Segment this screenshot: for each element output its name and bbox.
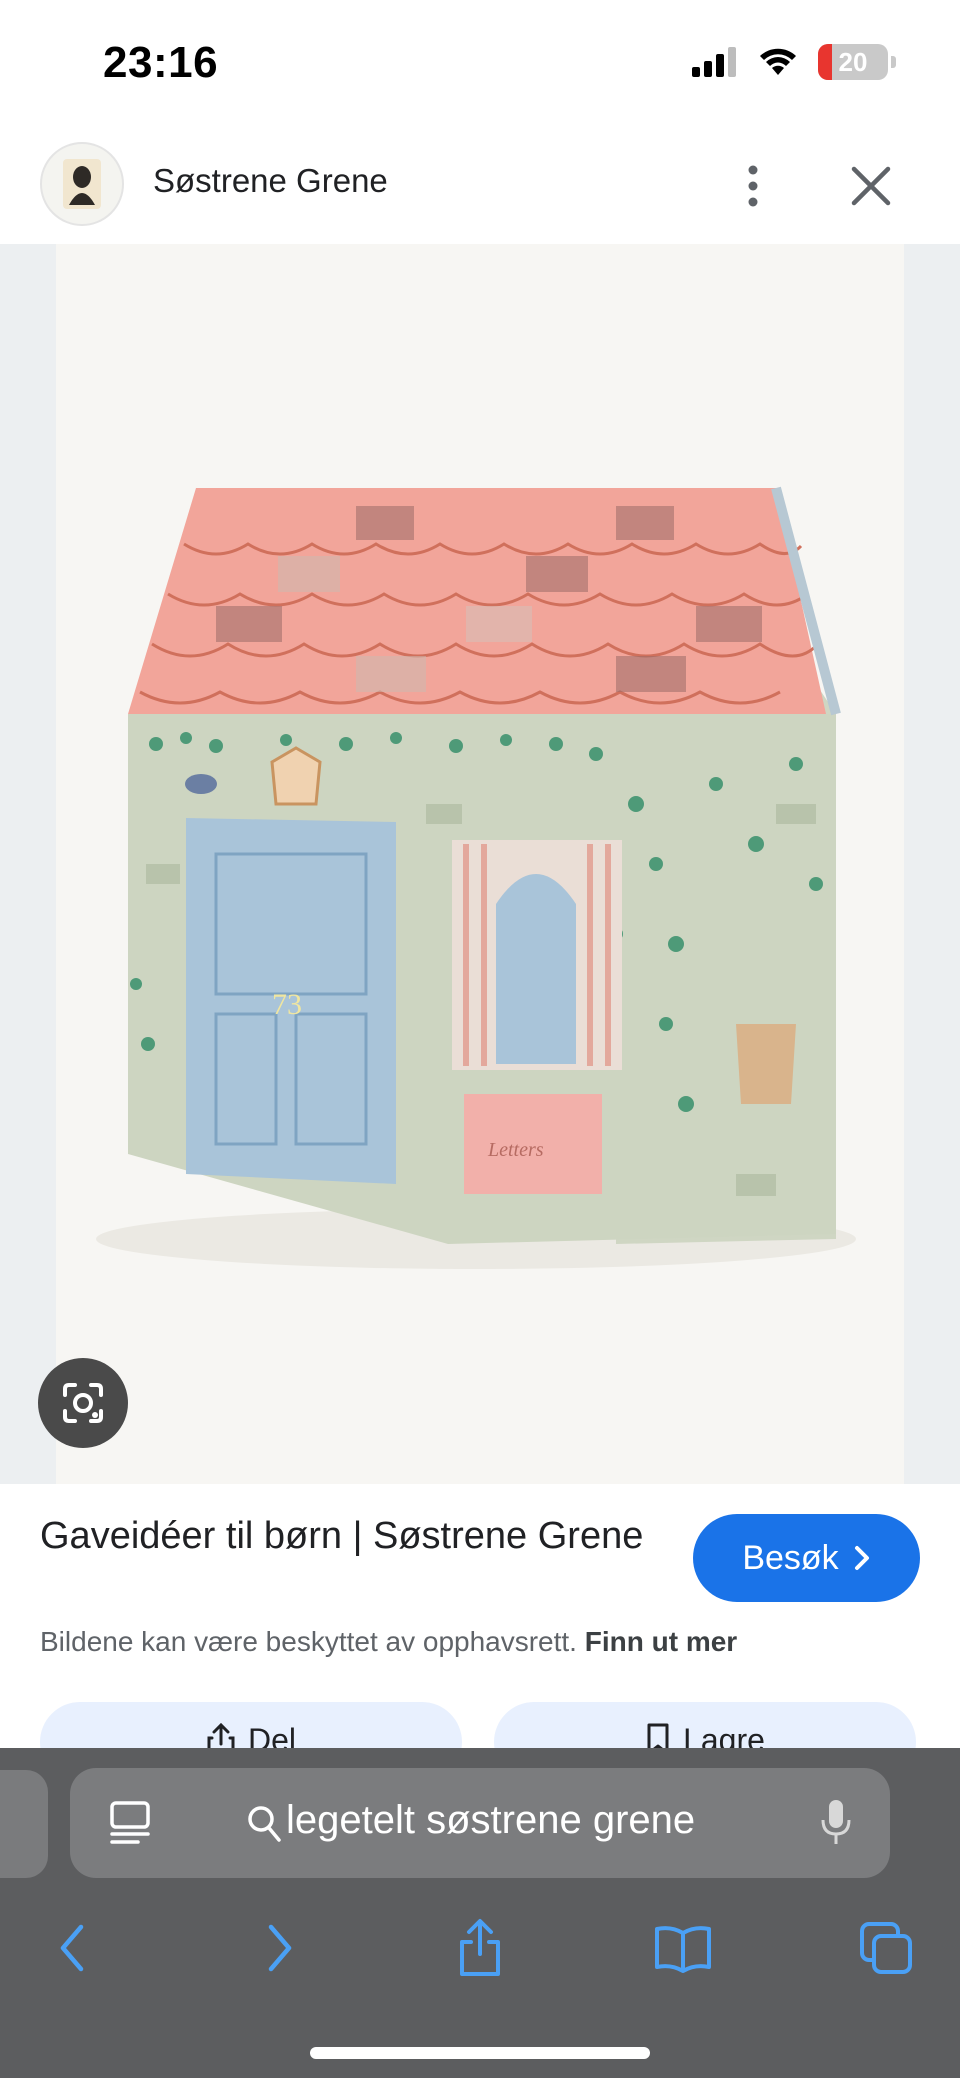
back-button[interactable] [32, 1908, 112, 1988]
image-area: 73 Letters [0, 244, 960, 1484]
svg-text:Letters: Letters [487, 1139, 544, 1161]
share-icon [460, 1919, 500, 1976]
status-icons: 20 [692, 44, 896, 80]
cellular-signal-icon [692, 47, 736, 77]
battery-cap [891, 56, 896, 68]
page-settings-icon[interactable] [108, 1800, 152, 1846]
bookmarks-button[interactable] [643, 1908, 723, 1988]
tabs-button[interactable] [846, 1908, 926, 1988]
address-bar[interactable]: legetelt søstrene grene [70, 1768, 890, 1878]
play-tent-image: 73 Letters [96, 486, 856, 1269]
learn-more-link[interactable]: Finn ut mer [585, 1626, 737, 1657]
image-preview[interactable]: 73 Letters [56, 244, 904, 1484]
forward-icon [268, 1924, 292, 1972]
share-page-button[interactable] [440, 1908, 520, 1988]
battery-level-text: 20 [838, 46, 868, 77]
result-info: Gaveidéer til børn | Søstrene Grene Besø… [0, 1484, 960, 1782]
copyright-notice: Bildene kan være beskyttet av opphavsret… [40, 1626, 737, 1658]
more-vert-icon[interactable] [738, 156, 768, 216]
site-title[interactable]: Søstrene Grene [153, 162, 388, 200]
home-indicator[interactable] [310, 2047, 650, 2059]
result-title[interactable]: Gaveidéer til børn | Søstrene Grene [40, 1512, 660, 1561]
back-icon [60, 1924, 84, 1972]
address-text[interactable]: legetelt søstrene grene [286, 1798, 695, 1843]
bookmarks-icon [655, 1926, 711, 1973]
close-icon[interactable] [846, 156, 896, 216]
battery-icon: 20 [818, 44, 888, 80]
status-time: 23:16 [103, 38, 219, 87]
previous-tab-peek[interactable] [0, 1770, 48, 1878]
lens-icon [63, 1383, 103, 1423]
wifi-icon [760, 48, 796, 75]
visit-label: Besøk [742, 1538, 839, 1577]
google-lens-button[interactable] [38, 1358, 128, 1448]
site-header: Søstrene Grene [0, 130, 960, 244]
visit-button[interactable]: Besøk [693, 1514, 920, 1602]
svg-text:73: 73 [272, 988, 302, 1021]
forward-button[interactable] [240, 1908, 320, 1988]
search-icon [248, 1806, 281, 1842]
microphone-icon[interactable] [820, 1798, 852, 1846]
copyright-text: Bildene kan være beskyttet av opphavsret… [40, 1626, 577, 1657]
chevron-right-icon [854, 1546, 869, 1570]
tabs-icon [860, 1922, 912, 1974]
safari-bottom-bar: legetelt søstrene grene [0, 1748, 960, 2078]
status-bar: 23:16 20 [0, 0, 960, 128]
site-logo-icon[interactable] [40, 142, 124, 226]
